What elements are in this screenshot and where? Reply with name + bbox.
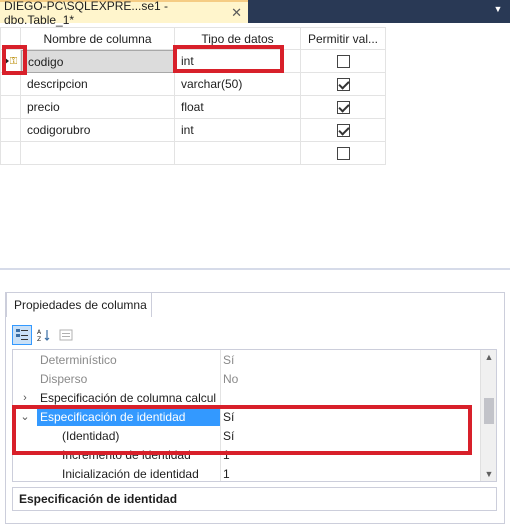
tab-column-properties[interactable]: Propiedades de columna	[6, 292, 152, 317]
data-type-cell[interactable]: int	[175, 50, 301, 73]
property-value[interactable]: Sí	[221, 410, 234, 424]
property-name: Incremento de identidad	[37, 445, 221, 464]
allow-nulls-cell	[301, 142, 386, 165]
property-value[interactable]: 1	[221, 448, 230, 462]
property-description: Especificación de identidad	[12, 487, 497, 511]
property-row[interactable]: Determinístico Sí	[13, 350, 496, 369]
table-row[interactable]: ⚿ codigo int	[0, 50, 386, 73]
close-icon[interactable]: ✕	[231, 5, 242, 21]
scrollbar-thumb[interactable]	[484, 398, 494, 424]
row-selector-header	[0, 27, 21, 50]
property-value[interactable]: Sí	[221, 429, 234, 443]
row-selector[interactable]: ⚿	[0, 50, 21, 73]
allow-nulls-header[interactable]: Permitir val...	[301, 27, 386, 50]
allow-nulls-cell	[301, 50, 386, 73]
table-row-new[interactable]	[0, 142, 386, 165]
property-name: Especificación de identidad	[37, 407, 221, 426]
allow-nulls-cell	[301, 73, 386, 96]
property-name: Disperso	[37, 369, 221, 388]
grid-header-row: Nombre de columna Tipo de datos Permitir…	[0, 27, 386, 50]
alphabetical-sort-icon[interactable]: AZ	[34, 325, 54, 345]
property-name: Determinístico	[37, 350, 221, 369]
properties-toolbar: AZ	[12, 324, 76, 346]
primary-key-icon: ⚿	[9, 55, 18, 67]
tab-overflow-chevron-icon[interactable]: ▼	[492, 4, 504, 16]
column-name-cell[interactable]: descripcion	[21, 73, 175, 96]
scroll-up-icon[interactable]: ▲	[481, 350, 496, 364]
row-selector[interactable]	[0, 73, 21, 96]
allow-nulls-checkbox[interactable]	[336, 54, 350, 68]
row-selector[interactable]	[0, 119, 21, 142]
table-designer-window: DIEGO-PC\SQLEXPRE...se1 - dbo.Table_1* ✕…	[0, 0, 510, 529]
property-value[interactable]: No	[221, 372, 238, 386]
allow-nulls-cell	[301, 119, 386, 142]
allow-nulls-checkbox[interactable]	[336, 123, 350, 137]
property-row[interactable]: Disperso No	[13, 369, 496, 388]
data-type-cell[interactable]	[175, 142, 301, 165]
property-value[interactable]: 1	[221, 467, 230, 481]
property-row[interactable]: (Identidad) Sí	[13, 426, 496, 445]
column-definition-grid: Nombre de columna Tipo de datos Permitir…	[0, 27, 386, 165]
property-row[interactable]: Incremento de identidad 1	[13, 445, 496, 464]
row-selector[interactable]	[0, 142, 21, 165]
column-name-cell[interactable]: codigo	[21, 50, 175, 73]
property-row-selected[interactable]: ⌄ Especificación de identidad Sí	[13, 407, 496, 426]
allow-nulls-checkbox[interactable]	[336, 146, 350, 160]
scroll-down-icon[interactable]: ▼	[481, 467, 496, 481]
row-selector[interactable]	[0, 96, 21, 119]
document-tab-table-1[interactable]: DIEGO-PC\SQLEXPRE...se1 - dbo.Table_1* ✕	[0, 0, 248, 27]
data-type-cell[interactable]: float	[175, 96, 301, 119]
column-name-header[interactable]: Nombre de columna	[21, 27, 175, 50]
svg-text:A: A	[37, 329, 42, 336]
property-row[interactable]: › Especificación de columna calcul	[13, 388, 496, 407]
current-row-arrow-icon	[3, 57, 9, 65]
document-tab-title: DIEGO-PC\SQLEXPRE...se1 - dbo.Table_1*	[4, 0, 169, 27]
property-name: Inicialización de identidad	[37, 464, 221, 481]
chevron-right-icon[interactable]: ›	[13, 392, 37, 404]
property-grid: Determinístico Sí Disperso No › Especifi…	[12, 349, 497, 482]
property-name: Especificación de columna calcul	[37, 388, 221, 407]
data-type-header[interactable]: Tipo de datos	[175, 27, 301, 50]
property-grid-scrollbar[interactable]: ▲ ▼	[480, 350, 496, 481]
data-type-cell[interactable]: varchar(50)	[175, 73, 301, 96]
allow-nulls-cell	[301, 96, 386, 119]
allow-nulls-checkbox[interactable]	[336, 77, 350, 91]
allow-nulls-checkbox[interactable]	[336, 100, 350, 114]
panel-splitter[interactable]	[0, 268, 510, 270]
categorized-view-icon[interactable]	[12, 325, 32, 345]
table-row[interactable]: precio float	[0, 96, 386, 119]
svg-text:Z: Z	[37, 336, 41, 342]
column-name-cell[interactable]: codigorubro	[21, 119, 175, 142]
document-tab-strip: DIEGO-PC\SQLEXPRE...se1 - dbo.Table_1* ✕…	[0, 0, 510, 27]
property-pages-icon	[56, 325, 76, 345]
property-name: (Identidad)	[37, 426, 221, 445]
column-name-cell[interactable]	[21, 142, 175, 165]
chevron-down-icon[interactable]: ⌄	[13, 410, 37, 423]
column-name-cell[interactable]: precio	[21, 96, 175, 119]
property-row[interactable]: Inicialización de identidad 1	[13, 464, 496, 481]
property-value[interactable]: Sí	[221, 353, 234, 367]
data-type-cell[interactable]: int	[175, 119, 301, 142]
table-row[interactable]: codigorubro int	[0, 119, 386, 142]
table-row[interactable]: descripcion varchar(50)	[0, 73, 386, 96]
